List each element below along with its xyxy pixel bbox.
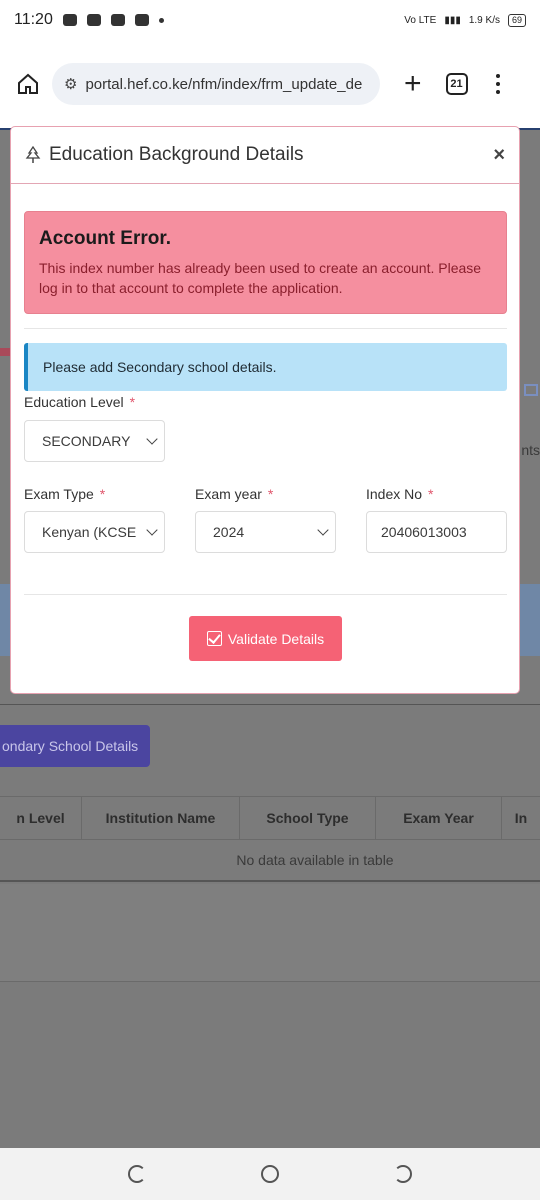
chat-icon bbox=[86, 14, 101, 26]
divider bbox=[24, 594, 507, 595]
site-settings-icon[interactable]: ⚙ bbox=[64, 75, 77, 93]
bg-separator bbox=[0, 704, 540, 705]
add-secondary-school-button[interactable]: ondary School Details bbox=[0, 725, 150, 767]
new-tab-button[interactable]: + bbox=[404, 69, 422, 99]
divider bbox=[24, 328, 507, 329]
education-level-select[interactable]: SECONDARY bbox=[24, 420, 165, 462]
education-modal: Education Background Details × Account E… bbox=[10, 126, 520, 694]
tab-switcher-button[interactable]: 21 bbox=[445, 73, 468, 95]
system-nav-bar bbox=[0, 1148, 540, 1200]
education-level-label-text: Education Level bbox=[24, 394, 124, 410]
notification-icons bbox=[62, 14, 164, 26]
chevron-down-icon bbox=[317, 524, 329, 536]
chevron-down-icon bbox=[146, 433, 158, 445]
exam-type-value: Kenyan (KCSE bbox=[42, 524, 137, 540]
url-bar[interactable]: ⚙ portal.hef.co.ke/nfm/index/frm_update_… bbox=[52, 63, 380, 105]
url-text: portal.hef.co.ke/nfm/index/frm_update_de bbox=[85, 75, 363, 93]
education-level-value: SECONDARY bbox=[42, 433, 131, 449]
index-no-label-text: Index No bbox=[366, 486, 423, 502]
required-mark: * bbox=[267, 486, 274, 502]
home-nav-icon[interactable] bbox=[260, 1165, 279, 1183]
home-button[interactable] bbox=[14, 70, 42, 98]
bg-table-header: n Level Institution Name School Type Exa… bbox=[0, 796, 540, 840]
bg-lower-section bbox=[0, 884, 540, 982]
bg-side-text: nts bbox=[521, 442, 540, 458]
account-error-alert: Account Error. This index number has alr… bbox=[24, 211, 507, 314]
browser-toolbar: ⚙ portal.hef.co.ke/nfm/index/frm_update_… bbox=[0, 40, 540, 128]
exam-year-label: Exam year * bbox=[195, 486, 273, 502]
required-mark: * bbox=[99, 486, 106, 502]
exam-type-label-text: Exam Type bbox=[24, 486, 94, 502]
table-empty-row: No data available in table bbox=[0, 840, 540, 882]
info-alert: Please add Secondary school details. bbox=[24, 343, 507, 391]
bg-red-mark bbox=[0, 348, 10, 356]
exam-type-select[interactable]: Kenyan (KCSE bbox=[24, 511, 165, 553]
back-icon[interactable] bbox=[394, 1165, 413, 1183]
messenger-icon bbox=[62, 14, 77, 26]
exam-year-select[interactable]: 2024 bbox=[195, 511, 336, 553]
validate-label: Validate Details bbox=[227, 630, 325, 647]
error-title: Account Error. bbox=[39, 228, 171, 249]
app-icon bbox=[134, 14, 149, 26]
speed-label: 1.9 K/s bbox=[468, 14, 500, 26]
education-level-label: Education Level * bbox=[24, 394, 135, 410]
mail-icon bbox=[524, 384, 538, 396]
status-bar: 11:20 Vo LTE ▮▮▮ 1.9 K/s 69 bbox=[0, 0, 540, 40]
youtube-icon bbox=[110, 14, 125, 26]
index-no-input[interactable] bbox=[366, 511, 507, 553]
more-dot-icon bbox=[158, 17, 164, 23]
status-time: 11:20 bbox=[14, 11, 53, 28]
error-message: This index number has already been used … bbox=[39, 260, 482, 296]
browser-menu-button[interactable] bbox=[495, 74, 500, 94]
exam-year-value: 2024 bbox=[213, 524, 245, 540]
battery-icon: 69 bbox=[507, 13, 526, 27]
table-header-cell: In bbox=[514, 810, 528, 826]
modal-title: Education Background Details bbox=[49, 144, 304, 165]
network-label: Vo LTE bbox=[404, 14, 437, 26]
checkbox-icon bbox=[206, 631, 222, 646]
table-header-cell: Exam Year bbox=[376, 797, 502, 839]
status-right: Vo LTE ▮▮▮ 1.9 K/s 69 bbox=[404, 13, 526, 27]
modal-header: Education Background Details × bbox=[11, 127, 519, 184]
required-mark: * bbox=[129, 394, 136, 410]
chevron-down-icon bbox=[146, 524, 158, 536]
recent-apps-icon[interactable] bbox=[127, 1165, 146, 1183]
required-mark: * bbox=[428, 486, 434, 502]
exam-type-label: Exam Type * bbox=[24, 486, 105, 502]
table-header-cell: n Level bbox=[0, 797, 82, 839]
exam-year-label-text: Exam year bbox=[195, 486, 262, 502]
tree-icon bbox=[25, 146, 41, 163]
validate-details-button[interactable]: Validate Details bbox=[189, 616, 342, 661]
home-icon bbox=[18, 73, 38, 94]
close-icon[interactable]: × bbox=[493, 144, 505, 167]
signal-icon: ▮▮▮ bbox=[444, 14, 461, 26]
index-no-label: Index No * bbox=[366, 486, 434, 502]
table-header-cell: Institution Name bbox=[82, 797, 240, 839]
table-header-cell: School Type bbox=[240, 797, 376, 839]
